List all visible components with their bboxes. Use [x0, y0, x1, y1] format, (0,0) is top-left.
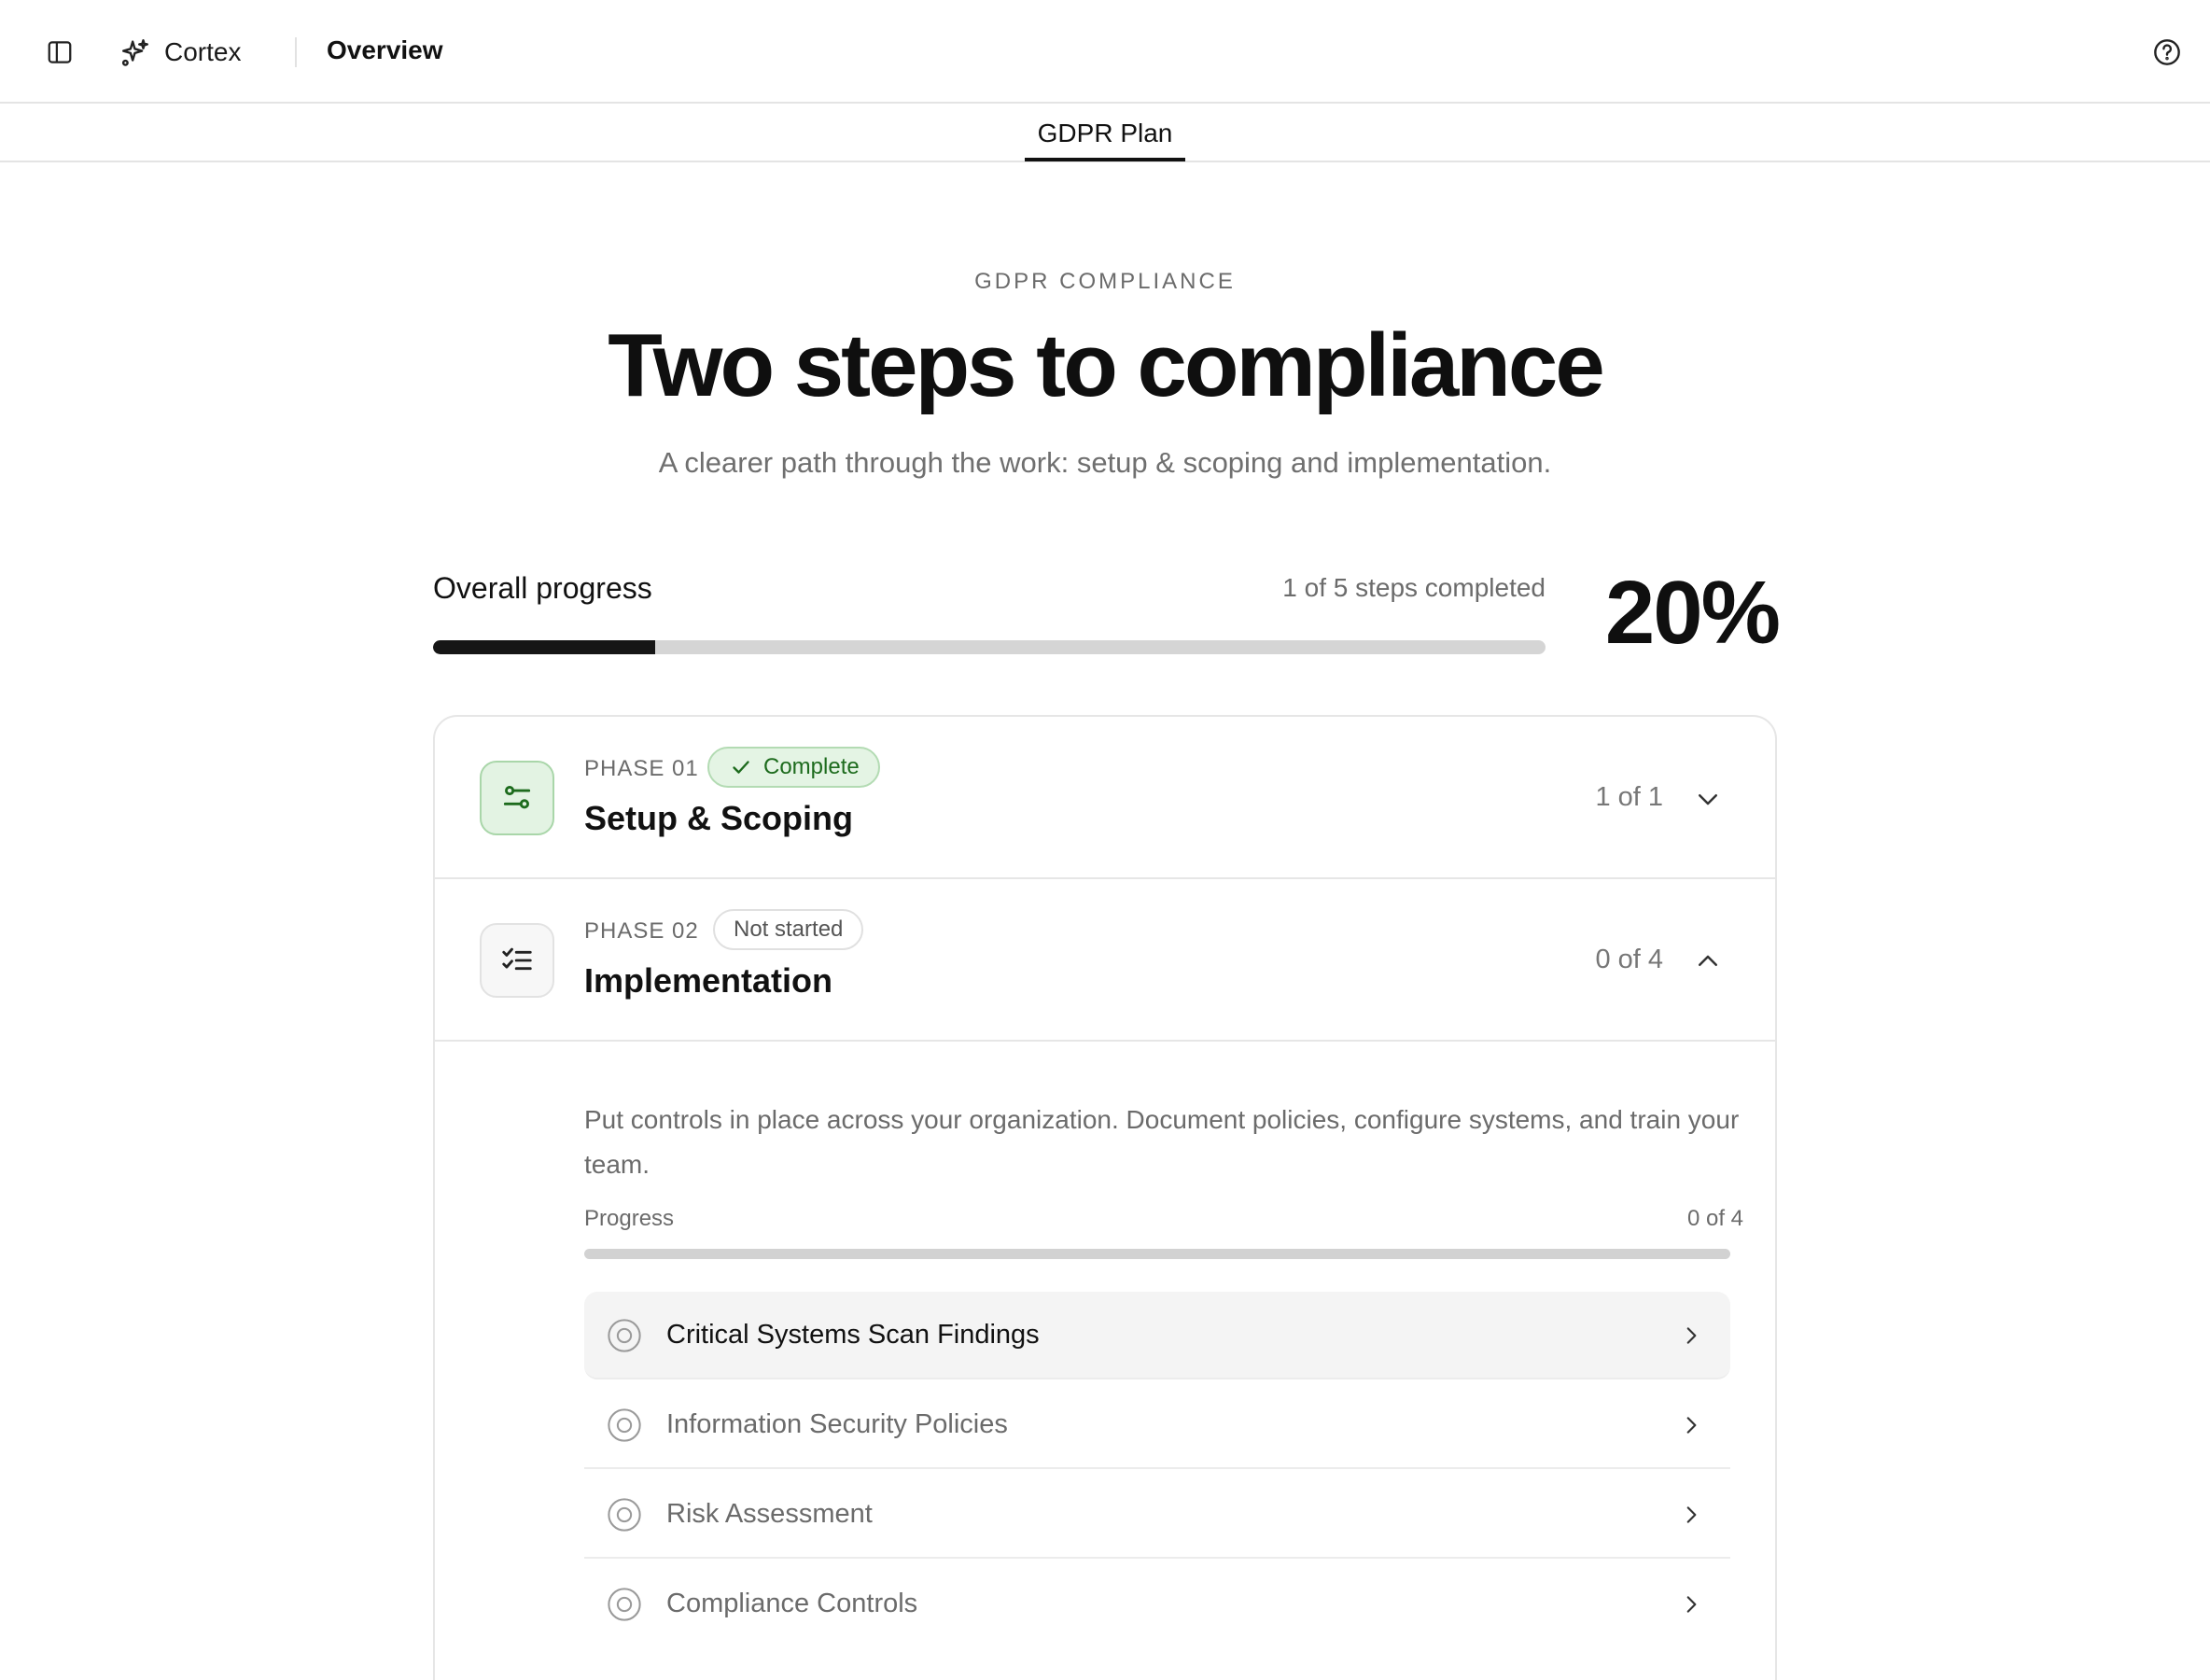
brand-link[interactable]: Cortex: [119, 32, 241, 73]
phase-02-collapse-toggle[interactable]: [1691, 945, 1725, 978]
topbar-divider: [295, 37, 297, 67]
circle-status-icon: [608, 1498, 641, 1532]
task-information-security-policies[interactable]: Information Security Policies: [584, 1381, 1730, 1469]
task-critical-systems-scan-findings[interactable]: Critical Systems Scan Findings: [584, 1292, 1730, 1379]
phase-02-number: PHASE 02: [584, 918, 699, 944]
phase-01-count: 1 of 1: [1595, 782, 1663, 812]
active-tab-indicator: [1025, 158, 1185, 161]
phase-02-icon-tile: [480, 923, 554, 998]
circle-status-icon: [608, 1588, 641, 1621]
overall-progress-percent: 20%: [1604, 563, 1781, 663]
chevron-right-icon: [1676, 1321, 1706, 1351]
overall-progress-label: Overall progress: [433, 571, 652, 605]
tab-bar: GDPR Plan: [0, 104, 2210, 162]
phase-01-header[interactable]: PHASE 01 Complete Setup & Scoping 1 of 1: [435, 717, 1775, 879]
phase-02-description: Put controls in place across your organi…: [584, 1105, 1740, 1179]
chevron-right-icon: [1676, 1500, 1706, 1530]
brand-name: Cortex: [164, 37, 242, 66]
phases-card: PHASE 01 Complete Setup & Scoping 1 of 1: [433, 715, 1777, 1680]
phase-02-progress-label: Progress: [584, 1206, 675, 1231]
phase-01-title: Setup & Scoping: [584, 799, 853, 837]
tab-gdpr-plan[interactable]: GDPR Plan: [1025, 104, 1185, 162]
hero-headline: Two steps to compliance: [608, 315, 1604, 415]
sidebar-panel-icon: [48, 41, 72, 63]
circle-status-icon: [608, 1408, 641, 1442]
task-compliance-controls[interactable]: Compliance Controls: [584, 1561, 1730, 1648]
check-icon: [733, 761, 749, 774]
phase-02-header[interactable]: PHASE 02 Not started Implementation 0 of…: [435, 879, 1775, 1042]
task-label: Risk Assessment: [666, 1499, 873, 1529]
hero-eyebrow: GDPR COMPLIANCE: [974, 269, 1236, 294]
task-label: Critical Systems Scan Findings: [666, 1320, 1040, 1350]
phase-01-expand-toggle[interactable]: [1691, 782, 1725, 816]
sidebar-toggle-button[interactable]: [43, 35, 77, 69]
chevron-right-icon: [1676, 1589, 1706, 1619]
task-risk-assessment[interactable]: Risk Assessment: [584, 1471, 1730, 1559]
phase-02-progress-count: 0 of 4: [1686, 1206, 1743, 1231]
task-label: Compliance Controls: [666, 1589, 918, 1618]
hero-subhead: A clearer path through the work: setup &…: [658, 446, 1552, 479]
help-button[interactable]: [2150, 35, 2184, 69]
chevron-up-icon: [1699, 955, 1717, 966]
phase-02-count: 0 of 4: [1595, 945, 1663, 974]
overall-progress-fill: [433, 640, 656, 654]
status-badge-label: Complete: [763, 754, 860, 779]
checklist-icon: [502, 947, 532, 971]
phase-02-progress-bar: [584, 1249, 1730, 1259]
circle-status-icon: [608, 1319, 641, 1352]
top-bar: Cortex Overview: [0, 0, 2210, 104]
overall-progress-bar: [433, 640, 1546, 654]
chevron-down-icon: [1699, 794, 1717, 805]
status-badge-complete: Complete: [707, 747, 880, 788]
phase-01-number: PHASE 01: [584, 756, 699, 781]
status-badge-not-started: Not started: [713, 909, 864, 950]
phase-02-title: Implementation: [584, 961, 833, 1000]
overall-steps-completed: 1 of 5 steps completed: [1282, 573, 1546, 602]
help-circle-icon: [2154, 39, 2180, 65]
phase-01-icon-tile: [480, 761, 554, 835]
chevron-right-icon: [1676, 1410, 1706, 1440]
task-label: Information Security Policies: [666, 1409, 1008, 1439]
sparkles-icon: [121, 39, 148, 66]
sliders-icon: [503, 786, 531, 809]
page-title: Overview: [327, 35, 443, 64]
